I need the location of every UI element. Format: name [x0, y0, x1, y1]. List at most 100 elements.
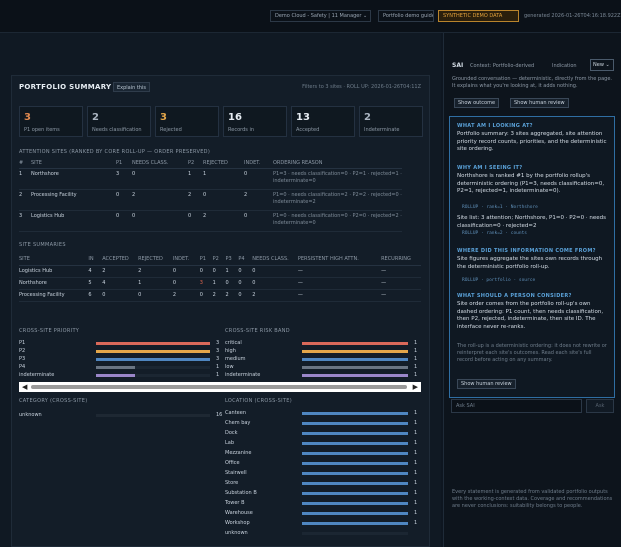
- col-needs: NEEDS CLASS.: [252, 253, 298, 266]
- risk-heading: CROSS-SITE RISK BAND: [225, 328, 290, 334]
- bar-row: medium 1: [225, 356, 422, 364]
- evidence-code: ROLLUP · rank=2 · counts: [462, 231, 528, 236]
- table-row[interactable]: 1 Northshore 3 0 1 1 0 P1=3 · needs clas…: [19, 168, 402, 190]
- table-row[interactable]: 3 Logistics Hub 0 0 0 2 0 P1=0 · needs c…: [19, 210, 402, 232]
- ask-button[interactable]: Ask: [586, 399, 614, 413]
- col-site: SITE: [19, 253, 89, 266]
- cell: 1: [203, 168, 244, 190]
- cell: 0: [238, 277, 253, 290]
- new-conversation-button[interactable]: New ⌄: [590, 59, 614, 71]
- context-label: Context: Portfolio-derived: [470, 63, 535, 69]
- category-heading: CATEGORY (CROSS-SITE): [19, 398, 88, 404]
- attention-heading: ATTENTION SITES (RANKED BY CORE ROLL-UP …: [19, 149, 211, 155]
- workspace-selector[interactable]: Demo Cloud - Safety | 11 Manager ⌄: [270, 10, 371, 22]
- cell: 1: [19, 168, 31, 190]
- attention-table: # SITE P1 NEEDS CLASS. P2 REJECTED INDET…: [19, 159, 402, 232]
- bar-label: Stairwell: [225, 470, 247, 476]
- ask-input[interactable]: Ask SAI: [451, 399, 582, 413]
- table-row[interactable]: 2 Processing Facility 0 2 2 0 2 P1=0 · n…: [19, 189, 402, 211]
- cell: Northshore: [19, 277, 89, 290]
- cell: Processing Facility: [19, 289, 89, 302]
- bar-row: Stairwell 1: [225, 470, 422, 478]
- bar-fill: [302, 482, 408, 485]
- ordering-reason: P1=3 · needs classification=0 · P2=1 · r…: [273, 168, 402, 190]
- bar-label: Chem bay: [225, 420, 251, 426]
- bar-row: indeterminate 1: [19, 372, 224, 380]
- bar-track: [302, 358, 408, 361]
- bar-fill: [96, 414, 210, 417]
- ordering-reason: P1=0 · needs classification=2 · P2=2 · r…: [273, 189, 402, 211]
- bar-value: 1: [414, 490, 418, 496]
- answer-text: Site figures aggregate the sites own rec…: [457, 256, 603, 270]
- bar-fill: [302, 502, 408, 505]
- cell: 0: [172, 265, 200, 278]
- cell: 4: [102, 277, 139, 290]
- cell: 2: [188, 189, 203, 211]
- bar-track: [302, 366, 408, 369]
- cell: 0: [252, 277, 298, 290]
- bar-value: 1: [414, 470, 418, 476]
- bar-label: P4: [19, 364, 26, 370]
- table-row[interactable]: Northshore 5 4 1 0 3 1 0 0 0 — —: [19, 277, 421, 290]
- scrollbar-thumb[interactable]: [31, 385, 407, 389]
- col-p2: P2: [212, 253, 226, 266]
- bar-label: unknown: [225, 530, 248, 536]
- bar-value: 1: [414, 500, 418, 506]
- show-human-review-button[interactable]: Show human review: [457, 379, 516, 389]
- cell: —: [381, 265, 421, 278]
- bar-track: [302, 412, 408, 415]
- bar-label: Warehouse: [225, 510, 253, 516]
- bar-track: [96, 366, 210, 369]
- bar-fill: [302, 442, 408, 445]
- cell: —: [381, 289, 421, 302]
- bar-track: [302, 502, 408, 505]
- bar-fill: [96, 374, 135, 377]
- bar-track: [302, 462, 408, 465]
- question-heading: WHERE DID THIS INFORMATION COME FROM?: [457, 248, 596, 254]
- table-row[interactable]: Processing Facility 6 0 0 2 0 2 2 0 2 — …: [19, 289, 421, 302]
- horizontal-scrollbar[interactable]: ◀ ▶: [19, 382, 421, 392]
- cell: 0: [212, 265, 226, 278]
- bar-label: critical: [225, 340, 242, 346]
- bar-value: 1: [414, 348, 418, 354]
- cell: 2: [212, 289, 226, 302]
- bar-row: Substation B 1: [225, 490, 422, 498]
- bar-label: Lab: [225, 440, 235, 446]
- cell: 0: [244, 210, 273, 232]
- site-summaries-heading: SITE SUMMARIES: [19, 242, 66, 248]
- bar-fill: [302, 472, 408, 475]
- bar-label: Canteen: [225, 410, 247, 416]
- bar-track: [302, 442, 408, 445]
- bar-label: Store: [225, 480, 239, 486]
- cell: 2: [252, 289, 298, 302]
- show-outcome-button[interactable]: Show outcome: [454, 98, 500, 108]
- scroll-left-icon[interactable]: ◀: [22, 383, 27, 391]
- show-human-review-button[interactable]: Show human review: [510, 98, 569, 108]
- bar-track: [302, 374, 408, 377]
- bar-value: 3: [216, 356, 220, 362]
- bar-value: 1: [414, 440, 418, 446]
- bar-track: [302, 492, 408, 495]
- bar-value: 1: [414, 410, 418, 416]
- scroll-right-icon[interactable]: ▶: [413, 383, 418, 391]
- col-p1: P1: [199, 253, 213, 266]
- cell: —: [297, 277, 382, 290]
- cell: 2: [244, 189, 273, 211]
- cell: 0: [116, 210, 132, 232]
- col-site: SITE: [31, 159, 116, 169]
- stat-card-records: 16 Records in: [223, 106, 287, 137]
- answer-text: Northshore is ranked #1 by the portfolio…: [457, 173, 605, 194]
- stat-value: 2: [92, 112, 99, 123]
- table-row[interactable]: Logistics Hub 4 2 2 0 0 0 1 0 0 — —: [19, 265, 421, 278]
- answer-text: Portfolio summary: 3 sites aggregated, s…: [457, 131, 607, 152]
- stat-value: 13: [296, 112, 310, 123]
- bar-label: low: [225, 364, 234, 370]
- cell: 2: [172, 289, 200, 302]
- explain-button[interactable]: Explain this: [113, 82, 151, 92]
- bar-fill: [302, 374, 408, 377]
- demo-guide-link[interactable]: Portfolio demo guide: [378, 10, 434, 22]
- bar-value: 1: [414, 450, 418, 456]
- bar-label: Dock: [225, 430, 238, 436]
- bar-track: [96, 342, 210, 345]
- cell: 6: [88, 289, 103, 302]
